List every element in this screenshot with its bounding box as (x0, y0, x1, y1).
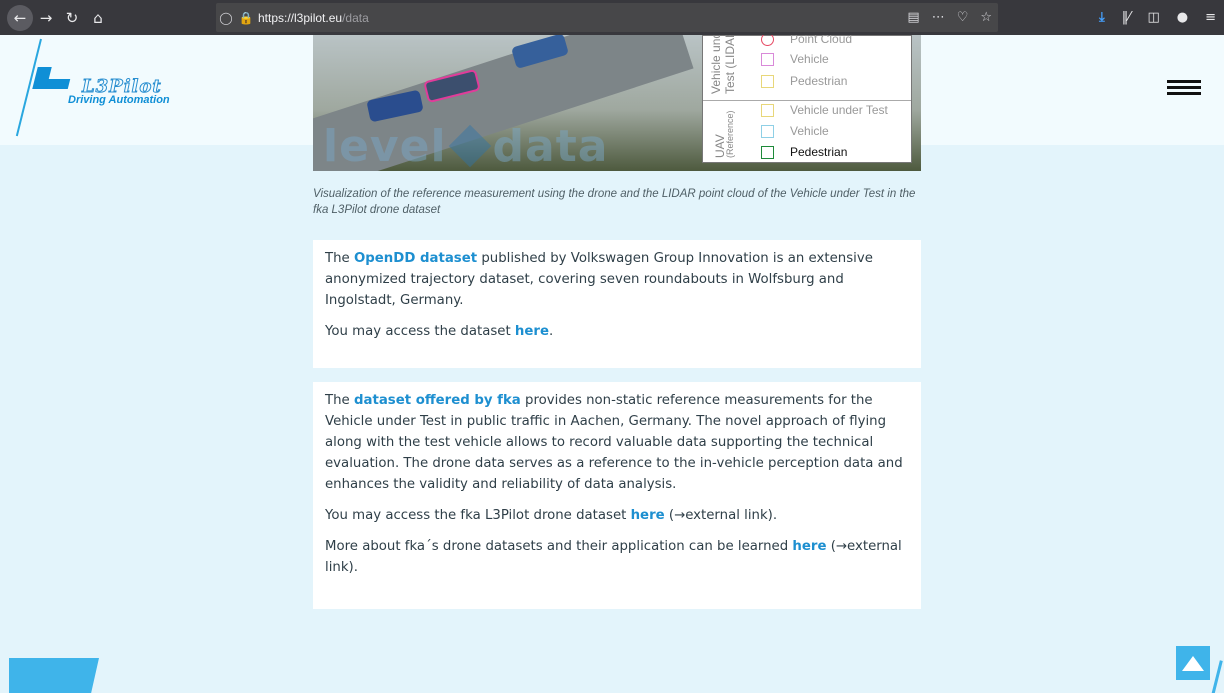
sidebar-icon[interactable]: ◫ (1147, 10, 1159, 25)
legend-group-label: Vehicle under (709, 35, 723, 94)
logo-mark (31, 67, 71, 91)
image-watermark: level data (323, 121, 609, 171)
downloads-icon[interactable]: ⤓ (1099, 10, 1105, 25)
lock-icon[interactable]: 🔒 (236, 11, 256, 25)
fka-dataset-link[interactable]: dataset offered by fka (354, 393, 521, 408)
image-caption: Visualization of the reference measureme… (313, 188, 916, 216)
scroll-to-top-button[interactable] (1176, 646, 1210, 680)
legend-item: Pedestrian (761, 74, 847, 88)
footer-decoration (1210, 660, 1223, 693)
shield-icon[interactable]: ◯ (216, 11, 236, 25)
opendd-here-link[interactable]: here (515, 324, 549, 339)
hamburger-menu-icon[interactable] (1167, 80, 1201, 96)
legend-group-sublabel: Test (LIDAR) (723, 35, 737, 94)
card-paragraph: The dataset offered by fka provides non-… (325, 393, 903, 492)
browser-toolbar: ← → ↻ ⌂ ◯ 🔒 https://l3pilot.eu/data ▤ ⋯ … (0, 0, 1224, 35)
library-icon[interactable]: ‖⁄ (1122, 10, 1131, 25)
footer-decoration (9, 658, 99, 693)
url-bar[interactable]: ◯ 🔒 https://l3pilot.eu/data ▤ ⋯ ♡ ☆ (216, 3, 998, 32)
fka-card: The dataset offered by fka provides non-… (313, 382, 921, 609)
card-paragraph: You may access the dataset here. (325, 324, 554, 339)
reload-icon[interactable]: ↻ (59, 5, 85, 31)
forward-icon[interactable]: → (33, 5, 59, 31)
legend-item: Point Cloud (761, 35, 852, 46)
card-paragraph: You may access the fka L3Pilot drone dat… (325, 508, 778, 523)
pocket-icon[interactable]: ♡ (957, 10, 969, 25)
reader-view-icon[interactable]: ▤ (907, 10, 919, 25)
legend-item: Pedestrian (761, 145, 847, 159)
legend-group-sublabel: (Reference) (725, 110, 735, 158)
fka-drone-info-here-link[interactable]: here (792, 539, 826, 554)
menu-icon[interactable]: ≡ (1205, 10, 1216, 25)
home-icon[interactable]: ⌂ (85, 5, 111, 31)
site-logo[interactable]: L3Pilot Driving Automation (15, 38, 206, 144)
logo-tagline: Driving Automation (68, 94, 170, 106)
legend-item: Vehicle under Test (761, 103, 888, 117)
fka-drone-dataset-here-link[interactable]: here (631, 508, 665, 523)
legend-item: Vehicle (761, 52, 829, 66)
bookmark-star-icon[interactable]: ☆ (980, 10, 992, 25)
arrow-up-icon (1182, 655, 1204, 671)
extension-icon[interactable]: ● (1177, 10, 1188, 25)
image-legend: Vehicle under Test (LIDAR) Point Cloud V… (702, 35, 912, 163)
hero-image: level data Vehicle under Test (LIDAR) Poi… (313, 35, 921, 171)
more-actions-icon[interactable]: ⋯ (932, 10, 945, 25)
card-paragraph: More about fka´s drone datasets and thei… (325, 539, 902, 575)
opendd-dataset-link[interactable]: OpenDD dataset (354, 251, 477, 266)
back-icon[interactable]: ← (7, 4, 33, 31)
url-text[interactable]: https://l3pilot.eu/data (258, 11, 369, 25)
card-paragraph: The OpenDD dataset published by Volkswag… (325, 251, 873, 308)
opendd-card: The OpenDD dataset published by Volkswag… (313, 240, 921, 368)
legend-item: Vehicle (761, 124, 829, 138)
